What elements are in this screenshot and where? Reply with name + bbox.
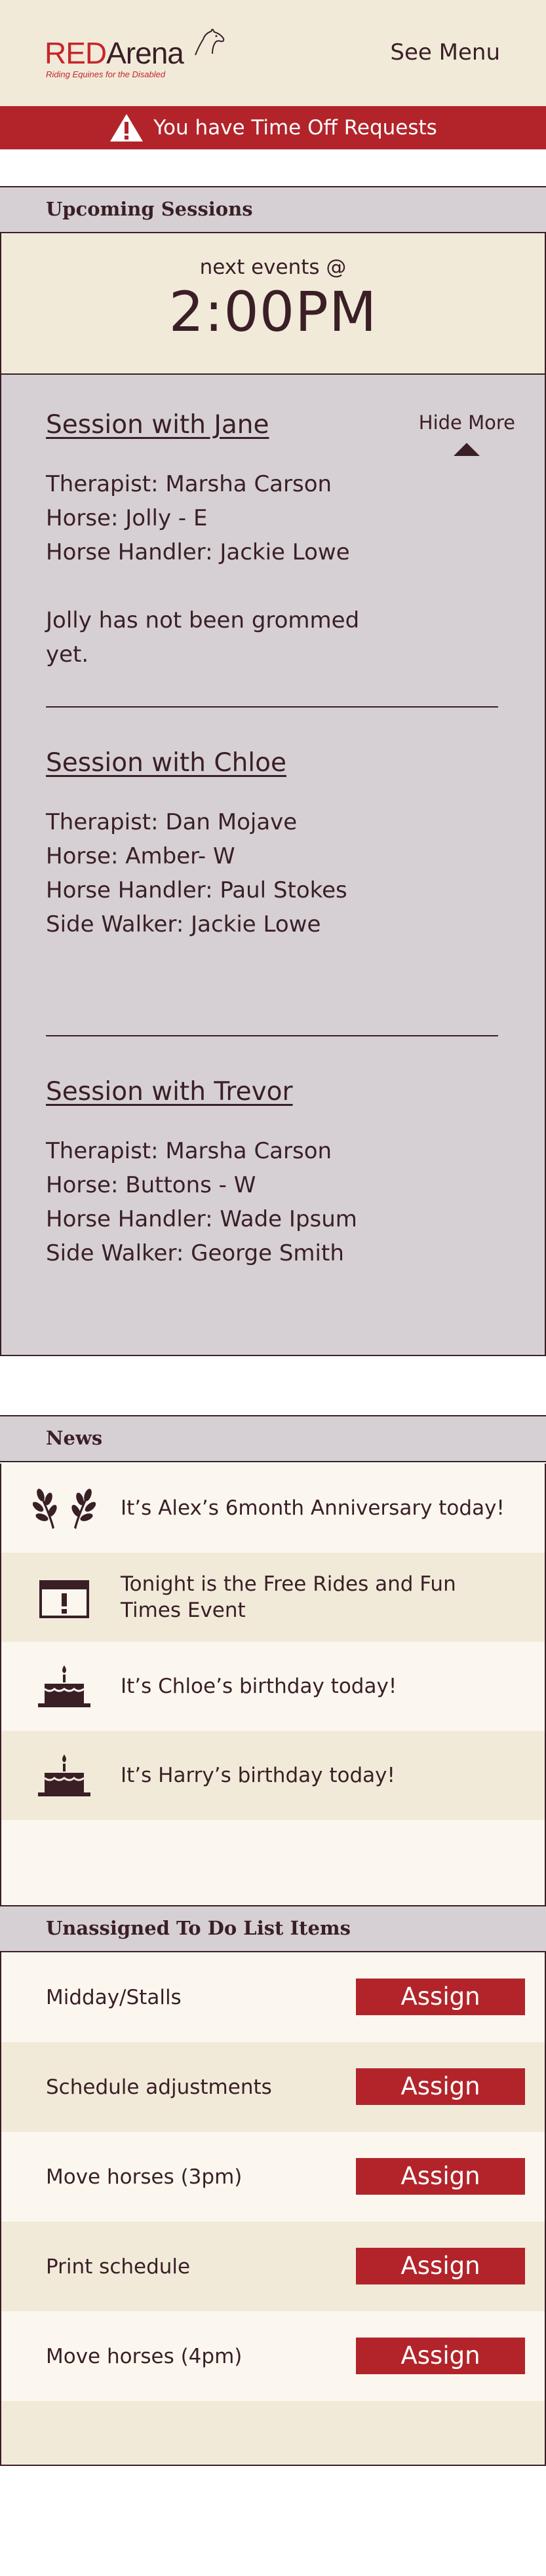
- session-therapist: Therapist: Marsha Carson: [46, 471, 332, 497]
- session-title[interactable]: Session with Chloe: [46, 748, 498, 778]
- session-horse-handler: Horse Handler: Wade Ipsum: [46, 1206, 357, 1232]
- assign-button[interactable]: Assign: [356, 1979, 525, 2015]
- news-item[interactable]: It’s Harry’s birthday today!: [1, 1731, 545, 1820]
- todo-item: Move horses (4pm) Assign: [1, 2311, 545, 2401]
- todo-item: Move horses (3pm) Assign: [1, 2132, 545, 2222]
- event-calendar-icon: [39, 1580, 89, 1618]
- news-item-text: It’s Alex’s 6month Anniversary today!: [121, 1496, 505, 1520]
- news-item-text: It’s Chloe’s birthday today!: [121, 1675, 397, 1698]
- assign-button[interactable]: Assign: [356, 2158, 525, 2195]
- news-list: It’s Alex’s 6month Anniversary today! To…: [0, 1464, 546, 1905]
- session-note: Jolly has not been grommed yet.: [46, 607, 360, 668]
- news-item-text: It’s Harry’s birthday today!: [121, 1764, 395, 1787]
- next-event-time: 2:00PM: [168, 280, 378, 344]
- upcoming-sessions-title: Upcoming Sessions: [46, 198, 253, 220]
- session-card[interactable]: Session with Chloe Therapist: Dan Mojave…: [46, 748, 498, 941]
- todo-title: Unassigned To Do List Items: [46, 1917, 351, 1939]
- session-divider: [46, 706, 498, 708]
- session-therapist: Therapist: Dan Mojave: [46, 809, 298, 835]
- session-horse-handler: Horse Handler: Jackie Lowe: [46, 539, 350, 565]
- session-card[interactable]: Session with Trevor Therapist: Marsha Ca…: [46, 1077, 498, 1270]
- session-horse: Horse: Amber- W: [46, 843, 235, 869]
- logo-tagline: Riding Equines for the Disabled: [46, 69, 166, 79]
- session-therapist: Therapist: Marsha Carson: [46, 1138, 332, 1164]
- next-events-label: next events @: [199, 256, 347, 279]
- todo-item-label: Print schedule: [46, 2254, 191, 2279]
- assign-button[interactable]: Assign: [356, 2248, 525, 2284]
- todo-item-label: Midday/Stalls: [46, 1985, 182, 2009]
- todo-item: Print schedule Assign: [1, 2222, 545, 2311]
- session-divider: [46, 1035, 498, 1036]
- session-card[interactable]: Session with Jane Therapist: Marsha Cars…: [46, 410, 498, 672]
- time-off-alert-banner[interactable]: You have Time Off Requests: [0, 106, 546, 149]
- next-event-box: next events @ 2:00PM: [0, 233, 546, 373]
- warning-triangle-icon: [110, 114, 144, 142]
- session-title[interactable]: Session with Jane: [46, 410, 498, 440]
- birthday-cake-icon: [38, 1754, 90, 1796]
- assign-button[interactable]: Assign: [356, 2068, 525, 2105]
- news-item[interactable]: It’s Alex’s 6month Anniversary today!: [1, 1464, 545, 1553]
- birthday-cake-icon: [38, 1665, 90, 1707]
- todo-header: Unassigned To Do List Items: [0, 1905, 546, 1952]
- redarena-logo[interactable]: REDArena Riding Equines for the Disabled: [45, 29, 225, 79]
- todo-item: Schedule adjustments Assign: [1, 2042, 545, 2132]
- news-title: News: [46, 1427, 103, 1449]
- todo-item: Midday/Stalls Assign: [1, 1952, 545, 2042]
- session-horse-handler: Horse Handler: Paul Stokes: [46, 877, 347, 903]
- sessions-list: Hide More Session with Jane Therapist: M…: [0, 373, 546, 1356]
- session-side-walker: Side Walker: George Smith: [46, 1240, 344, 1266]
- news-item-text: Tonight is the Free Rides and Fun Times …: [121, 1572, 456, 1622]
- horse-head-icon: [195, 29, 225, 56]
- todo-list: Midday/Stalls Assign Schedule adjustment…: [0, 1952, 546, 2466]
- session-horse: Horse: Buttons - W: [46, 1172, 256, 1198]
- session-title[interactable]: Session with Trevor: [46, 1077, 498, 1107]
- app-header: REDArena Riding Equines for the Disabled…: [0, 0, 546, 106]
- laurel-wreath-icon: [33, 1488, 96, 1529]
- todo-item-label: Move horses (3pm): [46, 2165, 243, 2189]
- news-header: News: [0, 1415, 546, 1462]
- todo-item-label: Move horses (4pm): [46, 2344, 243, 2368]
- alert-text: You have Time Off Requests: [153, 116, 437, 140]
- logo-red-text: RED: [45, 36, 107, 70]
- todo-item-label: Schedule adjustments: [46, 2075, 272, 2099]
- session-horse: Horse: Jolly - E: [46, 505, 208, 531]
- session-side-walker: Side Walker: Jackie Lowe: [46, 911, 321, 938]
- upcoming-sessions-header: Upcoming Sessions: [0, 186, 546, 233]
- news-item[interactable]: It’s Chloe’s birthday today!: [1, 1642, 545, 1731]
- logo-arena-text: Arena: [106, 36, 184, 70]
- assign-button[interactable]: Assign: [356, 2338, 525, 2374]
- see-menu-button[interactable]: See Menu: [390, 39, 500, 66]
- news-item[interactable]: Tonight is the Free Rides and Fun Times …: [1, 1553, 545, 1642]
